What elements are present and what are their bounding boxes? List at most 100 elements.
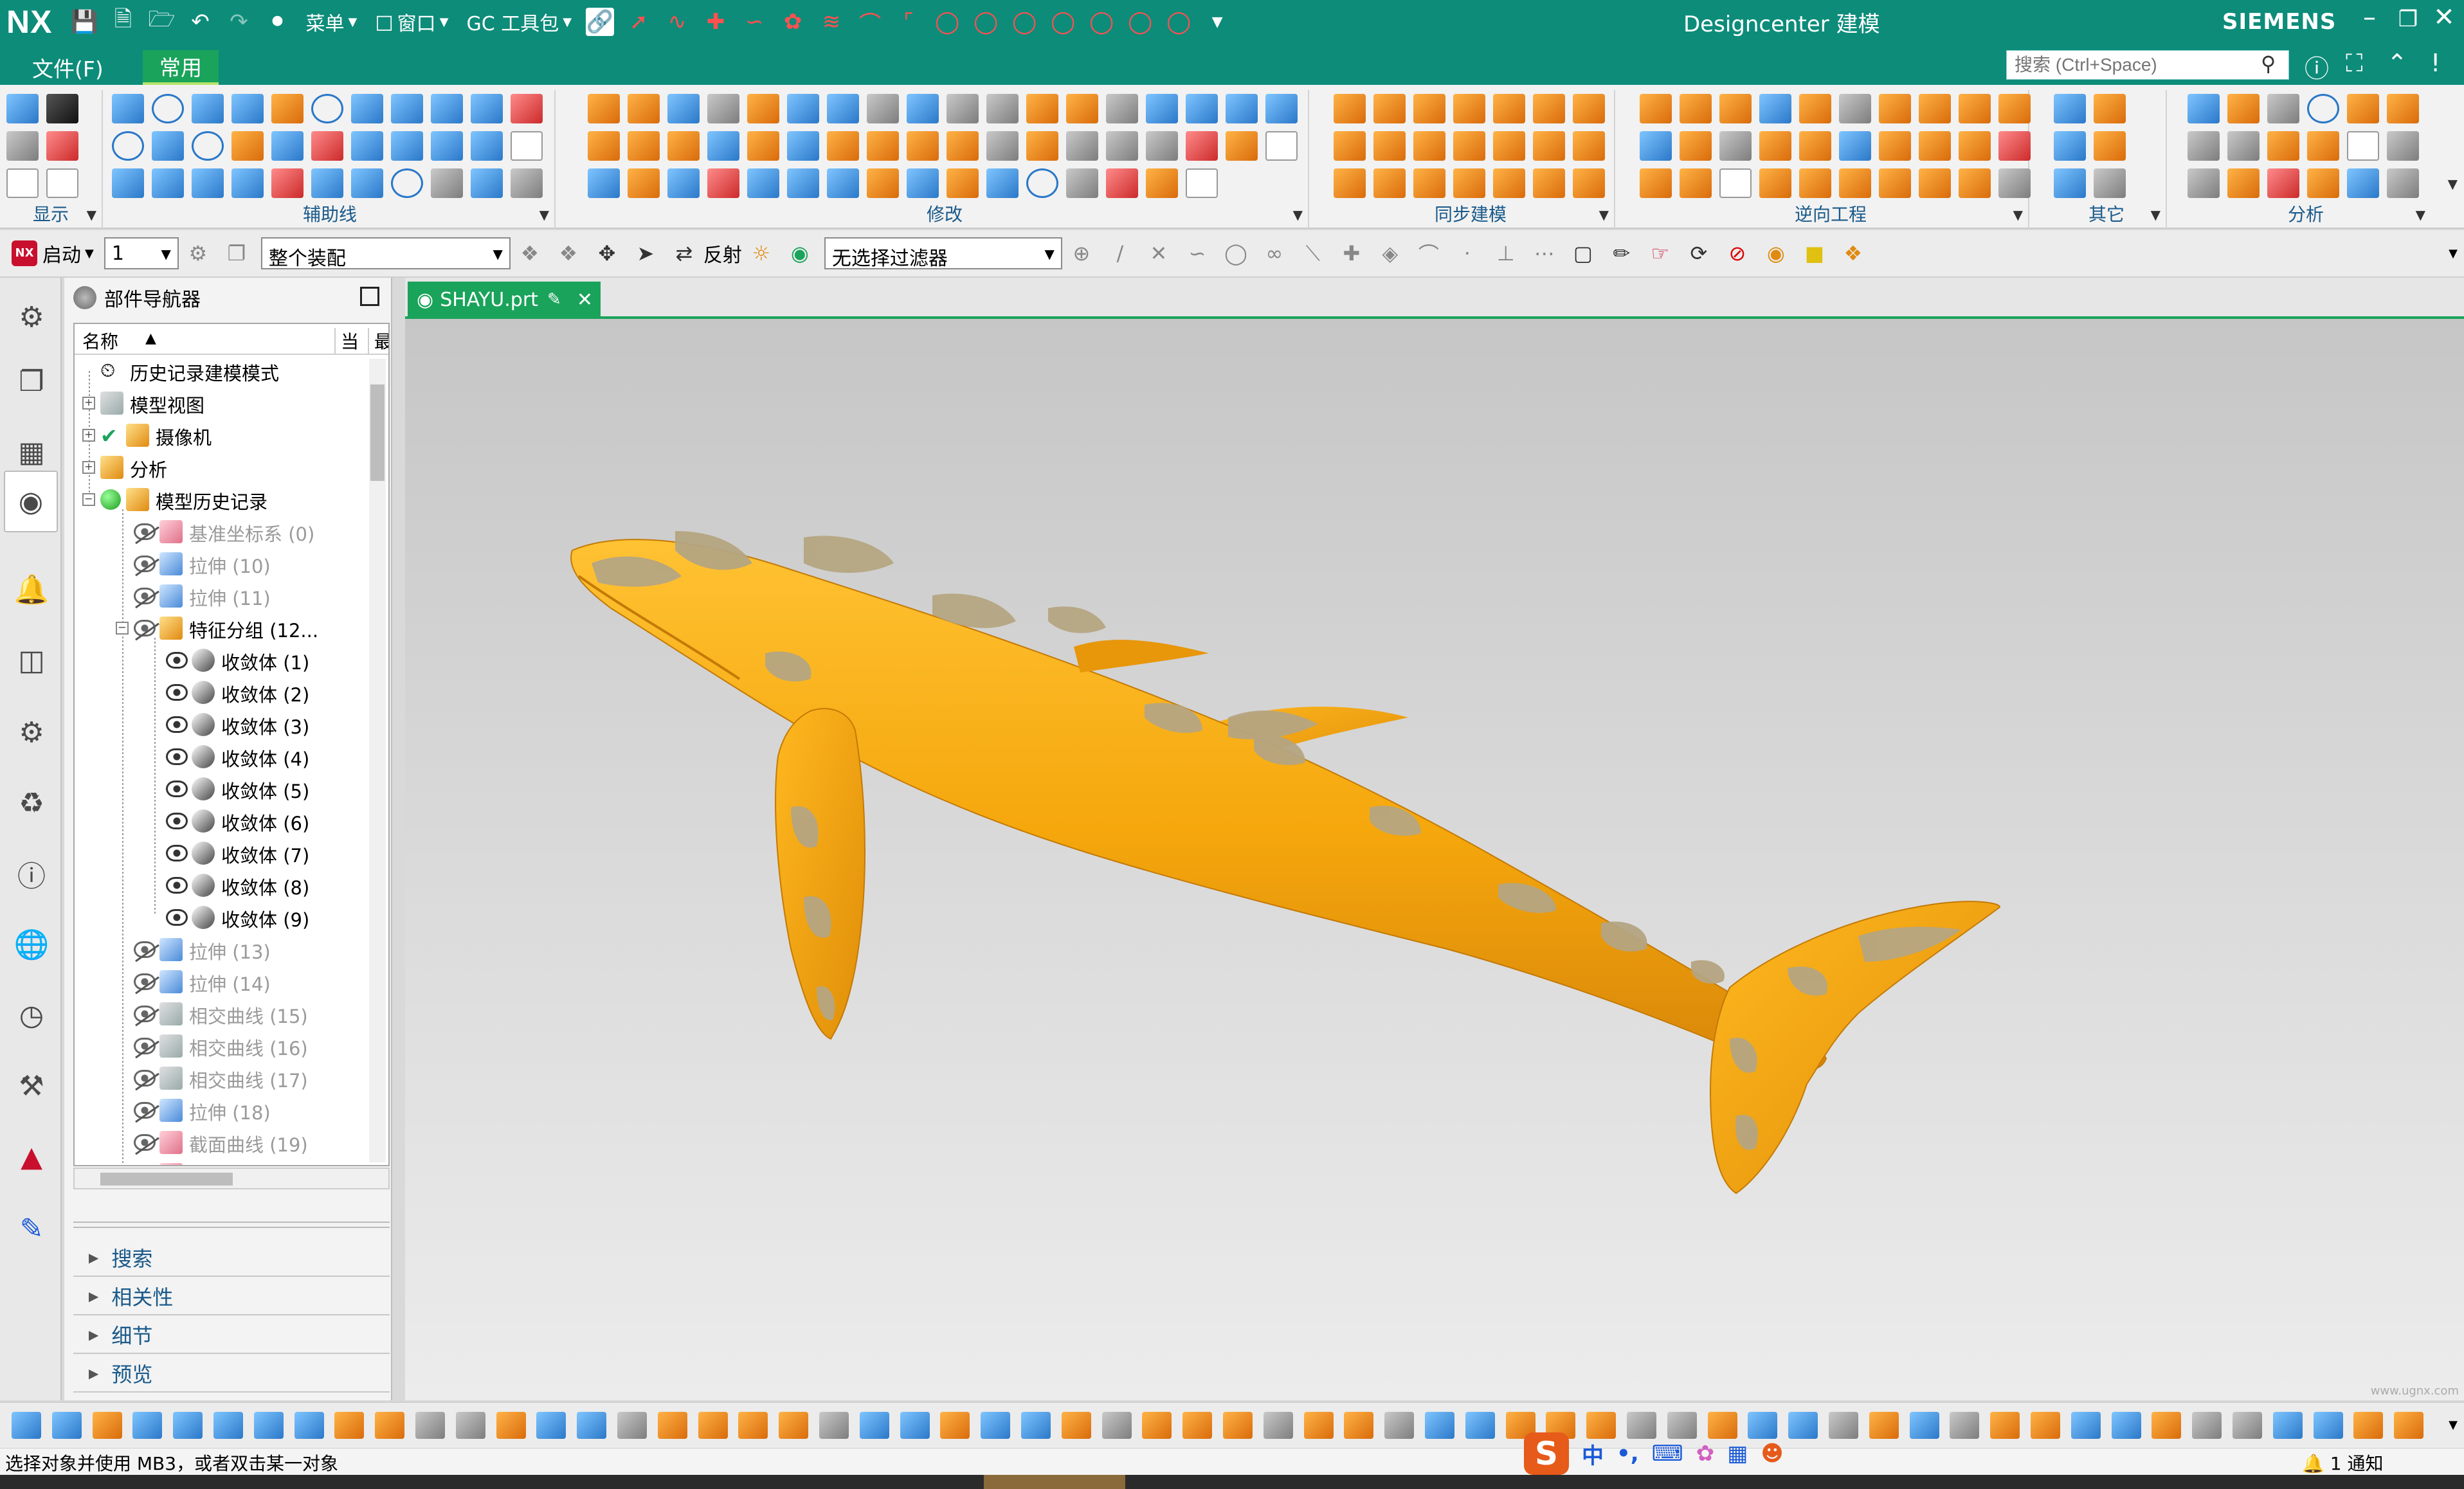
move-icon[interactable]: ✥ — [593, 239, 621, 267]
expand-icon[interactable]: + — [82, 397, 95, 410]
extract-icon[interactable] — [391, 94, 423, 123]
extract-icon[interactable] — [2031, 1412, 2060, 1439]
edge-blend-icon[interactable] — [1384, 1412, 1415, 1439]
select-face-icon[interactable]: ❖ — [554, 239, 583, 267]
rainbow-icon[interactable]: ☼ — [747, 239, 775, 267]
trim-extend-icon[interactable] — [1263, 1412, 1293, 1439]
tree-row[interactable]: 相交曲线 (15) — [75, 998, 358, 1030]
spline-icon[interactable] — [471, 168, 503, 198]
gear-icon[interactable] — [2054, 168, 2086, 198]
font-icon[interactable] — [231, 168, 264, 198]
cylinder-icon[interactable] — [1106, 131, 1138, 161]
eye-off-icon[interactable] — [134, 620, 156, 636]
eye-icon[interactable] — [166, 781, 188, 797]
curve-facet-icon[interactable] — [1680, 168, 1712, 198]
bell-icon[interactable]: 🔔 — [14, 572, 50, 607]
box-icon[interactable] — [1146, 168, 1178, 198]
collapse-icon[interactable]: − — [116, 622, 129, 635]
corner-icon[interactable]: ⌜ — [894, 8, 923, 36]
untrim-icon[interactable] — [657, 1412, 687, 1439]
tree-row[interactable]: 收敛体 (3) — [75, 708, 358, 741]
eye-icon[interactable] — [166, 877, 188, 894]
split-face-icon[interactable] — [698, 1412, 728, 1439]
view-icon[interactable] — [6, 94, 39, 123]
pattern-face-icon[interactable] — [1453, 131, 1485, 161]
thicken-icon[interactable] — [940, 1412, 970, 1439]
eye-off-icon[interactable] — [134, 1006, 156, 1022]
tree-row[interactable]: 拉伸 (14) — [75, 966, 358, 998]
web-browser-icon[interactable]: ♻ — [14, 786, 49, 820]
tree-row[interactable]: − 模型历史记录 — [75, 483, 358, 516]
eye-icon[interactable] — [166, 716, 188, 733]
eye-icon[interactable] — [166, 748, 188, 765]
selection-scope-select[interactable]: 整个装配 ▼ — [260, 237, 511, 270]
tab-home[interactable]: 常用 — [143, 50, 219, 85]
filter-status-icon[interactable]: ◉ — [786, 239, 814, 267]
mirror-icon[interactable] — [471, 94, 503, 123]
box-icon[interactable] — [2307, 131, 2339, 161]
new-file-icon[interactable]: 🗎 — [109, 6, 137, 36]
angular-dimension-icon[interactable] — [1533, 168, 1565, 198]
unite-facet-icon[interactable] — [1879, 168, 1911, 198]
selbar-more-icon[interactable]: ▼ — [2449, 247, 2458, 260]
tab-shayu-prt[interactable]: ◉ SHAYU.prt ✎ ✕ — [408, 282, 601, 318]
section-icon[interactable] — [511, 94, 543, 123]
decimate-icon[interactable] — [1998, 94, 2031, 123]
replace-face-icon[interactable] — [1226, 131, 1258, 161]
slot-icon[interactable] — [1026, 131, 1058, 161]
bridge-curve-icon[interactable]: ≋ — [817, 8, 846, 36]
fill-surface-icon[interactable] — [738, 1412, 768, 1439]
diamond-icon[interactable] — [1719, 168, 1752, 198]
touch-icon[interactable]: ☞ — [1646, 239, 1674, 267]
minimize-icon[interactable]: – — [2351, 3, 2388, 32]
block-icon[interactable] — [628, 131, 660, 161]
fit-curve-icon[interactable] — [1680, 94, 1712, 123]
divide-face-icon[interactable] — [1106, 168, 1138, 198]
shaded-view-icon[interactable]: ⚫ — [263, 8, 291, 36]
bridge-icon[interactable] — [415, 1412, 445, 1439]
hd3d-icon[interactable]: ⚙ — [14, 715, 49, 750]
chevron-down-icon[interactable]: ▼ — [2151, 207, 2161, 222]
patch-facet-icon[interactable] — [1759, 168, 1791, 198]
layer-settings-icon[interactable]: ⚙ — [184, 239, 212, 267]
help-icon[interactable]: ⓘ — [2305, 49, 2329, 84]
circle-icon[interactable] — [192, 131, 224, 161]
replace-face-icon[interactable] — [1453, 94, 1485, 123]
hole-icon[interactable] — [867, 94, 899, 123]
slope-icon[interactable] — [2267, 168, 2299, 198]
tree-row[interactable]: 拉伸 (10) — [75, 548, 358, 580]
clean-icon[interactable] — [1919, 94, 1951, 123]
tube-icon[interactable] — [827, 168, 859, 198]
curve-tool-icon[interactable]: ∿ — [663, 8, 691, 36]
point-icon[interactable] — [192, 94, 224, 123]
target-icon[interactable] — [271, 168, 303, 198]
scrollbar-thumb[interactable] — [370, 384, 385, 481]
snap-line-icon[interactable]: ∕ — [1106, 239, 1134, 267]
keyboard-icon[interactable]: ⌨ — [1652, 1441, 1683, 1466]
close-tab-icon[interactable]: ✕ — [577, 289, 593, 311]
sweep-facet-icon[interactable] — [1799, 168, 1831, 198]
work-layer-select[interactable]: 1 ▼ — [104, 237, 179, 269]
make-tangent-icon[interactable] — [1573, 131, 1605, 161]
notification-icon[interactable]: ! — [2431, 49, 2440, 77]
make-coplanar-icon[interactable] — [1493, 131, 1525, 161]
circle-icon[interactable] — [1026, 168, 1058, 198]
section-search[interactable]: ▶ 搜索 — [73, 1240, 390, 1277]
curve-icon[interactable] — [152, 94, 184, 123]
face-blend-icon[interactable] — [334, 1412, 365, 1439]
bottom-toolbar-more-icon[interactable]: ▼ — [2449, 1418, 2458, 1432]
chamfer-icon[interactable] — [1026, 94, 1058, 123]
tree-row[interactable]: − 特征分组 (12... — [75, 612, 358, 644]
i-form-icon[interactable] — [819, 1412, 849, 1439]
snap-circle-icon[interactable]: ◯ — [1222, 239, 1250, 267]
column-name[interactable]: 名称 — [82, 328, 118, 354]
apps-icon[interactable]: ▦ — [1727, 1441, 1748, 1466]
thickness-icon[interactable] — [2267, 131, 2299, 161]
tools-icon[interactable]: ⚒ — [14, 1069, 49, 1103]
whale-model[interactable] — [405, 319, 2464, 1400]
convergent-icon[interactable] — [1640, 131, 1672, 161]
eye-icon[interactable] — [166, 845, 188, 862]
lattice-icon[interactable] — [867, 168, 899, 198]
feature-icon[interactable] — [588, 94, 620, 123]
eye-off-icon[interactable] — [134, 523, 156, 540]
